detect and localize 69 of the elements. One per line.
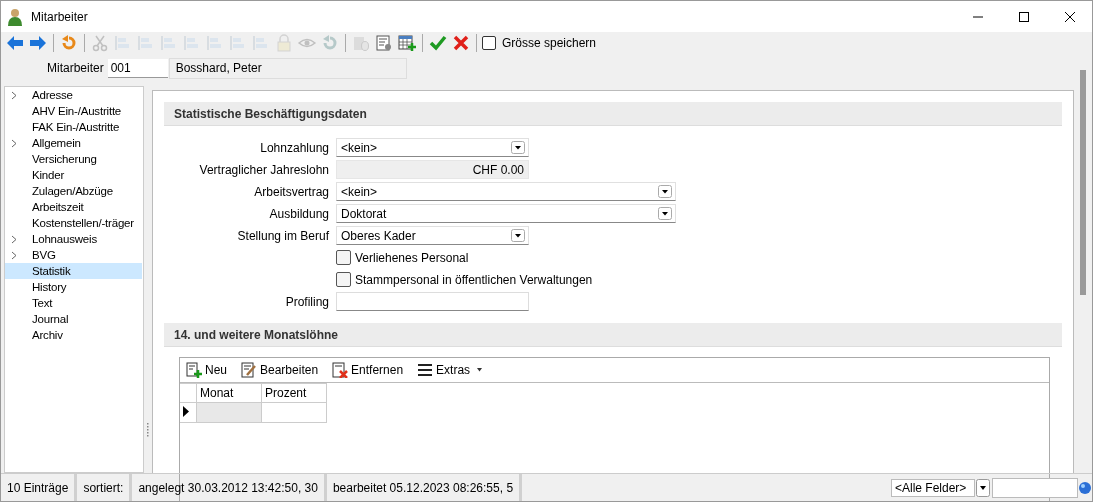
text-field[interactable] xyxy=(336,292,529,311)
column-header[interactable]: Monat xyxy=(196,383,262,403)
document-pencil-icon[interactable] xyxy=(241,362,257,378)
caret-icon[interactable] xyxy=(477,368,483,372)
dropdown[interactable]: <kein> xyxy=(336,182,676,201)
status-text: angelegt 30.03.2012 13:42:50, 30 xyxy=(132,474,327,501)
search-field[interactable] xyxy=(992,477,1078,498)
extras-menu-button[interactable]: Extras xyxy=(417,362,483,378)
document-add-icon[interactable] xyxy=(186,362,202,378)
employee-name-field: Bosshard, Peter xyxy=(168,57,407,79)
menu-icon[interactable] xyxy=(417,362,434,378)
person-icon xyxy=(7,7,23,26)
forward-arrow-icon[interactable] xyxy=(28,33,48,53)
tree-item[interactable]: Statistik xyxy=(5,263,142,279)
field-label: Arbeitsvertrag xyxy=(253,184,329,199)
tree-item[interactable]: Arbeitszeit xyxy=(5,199,142,215)
tree-item[interactable]: Journal xyxy=(5,311,142,327)
field-label: Lohnzahlung xyxy=(259,140,329,155)
tree-item[interactable]: Adresse xyxy=(5,87,142,103)
field-label: Stellung im Beruf xyxy=(236,228,329,243)
field-label: Vertraglicher Jahreslohn xyxy=(198,162,329,177)
tree-item[interactable]: Versicherung xyxy=(5,151,142,167)
tree-item[interactable]: FAK Ein-/Austritte xyxy=(5,119,142,135)
checkbox[interactable] xyxy=(336,272,351,287)
table-add-icon[interactable] xyxy=(397,33,417,53)
status-text: bearbeitet 05.12.2023 08:26:55, 5 xyxy=(326,474,523,501)
amount-field: CHF 0.00 xyxy=(336,160,529,179)
dropdown[interactable]: <kein> xyxy=(336,138,529,157)
cross-icon[interactable] xyxy=(451,33,471,53)
form-settings-icon[interactable] xyxy=(374,33,394,53)
tree-item[interactable]: Kostenstellen/-träger xyxy=(5,215,142,231)
status-text: 10 Einträge xyxy=(1,474,78,501)
tree-item[interactable]: Text xyxy=(5,295,142,311)
checkbox-label: Stammpersonal in öffentlichen Verwaltungen xyxy=(355,272,593,287)
window-title: Mitarbeiter xyxy=(31,9,88,24)
close-icon[interactable] xyxy=(1064,10,1076,23)
tree-item[interactable]: BVG xyxy=(5,247,142,263)
tree-item[interactable]: Kinder xyxy=(5,167,142,183)
globe-icon[interactable] xyxy=(1078,480,1092,495)
field-label: Ausbildung xyxy=(268,206,329,221)
scrollbar-thumb[interactable] xyxy=(1080,70,1086,295)
tree-item[interactable]: AHV Ein-/Austritte xyxy=(5,103,142,119)
dropdown[interactable]: Doktorat xyxy=(336,204,676,223)
field-label: Mitarbeiter xyxy=(47,61,104,75)
chevron-icon[interactable] xyxy=(11,138,17,148)
dropdown[interactable]: Oberes Kader xyxy=(336,226,529,245)
section-header: Statistische Beschäftigungsdaten xyxy=(164,102,1062,126)
edit-button[interactable]: Bearbeiten xyxy=(241,362,319,378)
tree-item[interactable]: Lohnausweis xyxy=(5,231,142,247)
maximize-icon[interactable] xyxy=(1018,10,1030,23)
column-header[interactable]: Prozent xyxy=(261,383,327,403)
check-icon[interactable] xyxy=(428,33,448,53)
tree-item[interactable]: Allgemein xyxy=(5,135,142,151)
checkbox-label: Grösse speichern xyxy=(502,36,597,50)
checkbox-label: Verliehenes Personal xyxy=(355,250,469,265)
chevron-icon[interactable] xyxy=(11,90,17,100)
status-text: sortiert: xyxy=(77,474,133,501)
employee-number-field[interactable]: 001 xyxy=(107,58,168,78)
document-delete-icon[interactable] xyxy=(332,362,349,378)
checkbox[interactable] xyxy=(336,250,351,265)
filter-dropdown[interactable]: <Alle Felder> xyxy=(891,478,975,497)
tree-item[interactable]: History xyxy=(5,279,142,295)
checkbox[interactable] xyxy=(482,36,496,50)
section-header: 14. und weitere Monatslöhne xyxy=(164,323,1062,347)
new-button[interactable]: Neu xyxy=(186,362,227,378)
tree-item[interactable]: Archiv xyxy=(5,327,142,343)
field-label: Profiling xyxy=(284,294,329,309)
remove-button[interactable]: Entfernen xyxy=(332,362,404,378)
tree-item[interactable]: Zulagen/Abzüge xyxy=(5,183,142,199)
